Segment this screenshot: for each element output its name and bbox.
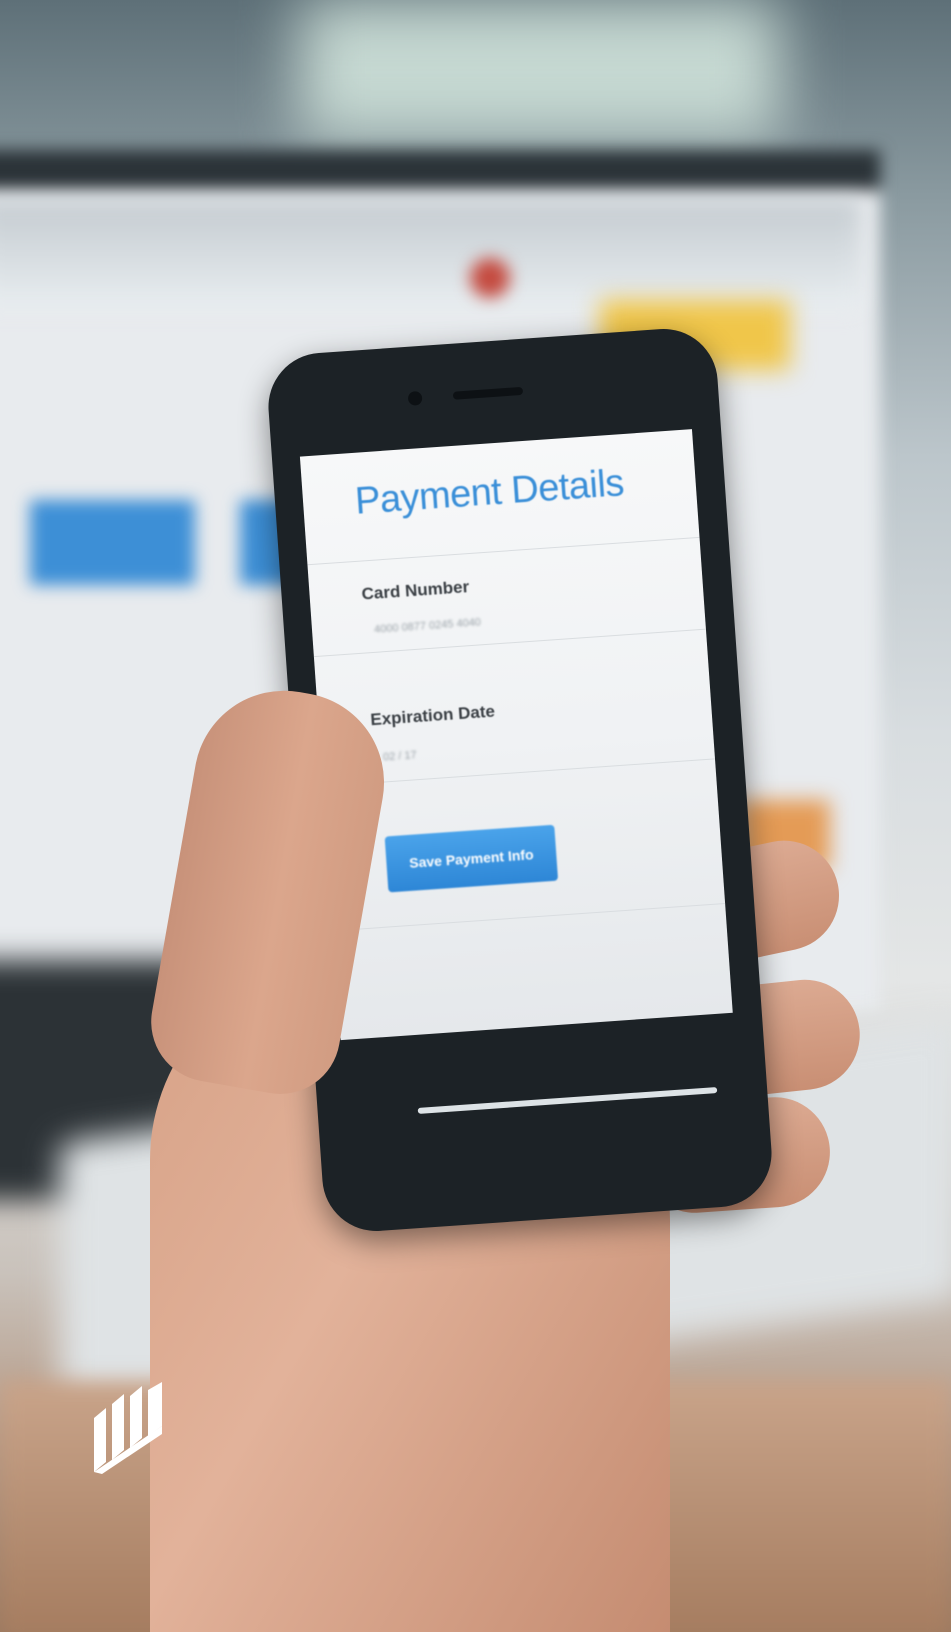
divider — [307, 536, 700, 566]
divider — [333, 902, 726, 932]
card-number-label: Card Number — [360, 577, 470, 604]
expiration-date-field[interactable]: 02 / 17 — [383, 749, 417, 763]
speaker-grille — [452, 386, 524, 400]
card-number-field[interactable]: 4000 0877 0245 4040 — [374, 616, 482, 635]
phone-edge-highlight — [417, 1087, 718, 1114]
brand-logo-icon — [94, 1382, 162, 1474]
save-payment-info-button[interactable]: Save Payment Info — [384, 824, 559, 893]
background-red-dot — [470, 258, 510, 298]
background-laptop-header — [0, 200, 860, 310]
photo-scene: Payment Details Card Number 4000 0877 02… — [0, 0, 951, 1632]
expiration-date-label: Expiration Date — [369, 701, 496, 730]
camera-icon — [407, 390, 423, 406]
background-blue-button — [30, 500, 195, 585]
divider — [313, 628, 706, 658]
page-title: Payment Details — [353, 462, 626, 523]
background-blur — [300, 0, 780, 140]
